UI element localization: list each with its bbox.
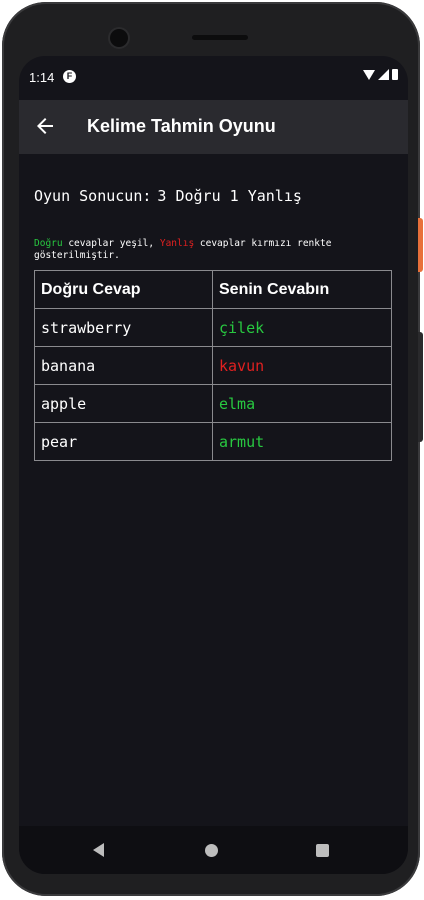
front-camera: [110, 29, 128, 47]
phone-frame: 1:14 F Kelime Tahmin Oyunu Oyun Sonucun:…: [2, 2, 420, 896]
navigation-bar: [19, 826, 408, 874]
legend-wrong-word: Yanlış: [159, 238, 195, 249]
app-bar: Kelime Tahmin Oyunu: [19, 100, 408, 154]
arrow-left-icon[interactable]: [33, 114, 57, 138]
table-header-row: Doğru Cevap Senin Cevabın: [34, 270, 392, 309]
app-bar-title: Kelime Tahmin Oyunu: [87, 116, 276, 136]
correct-answer-cell: pear: [34, 422, 213, 461]
legend-text-1: cevaplar yeşil,: [62, 238, 160, 249]
volume-button: [418, 332, 423, 442]
user-answer-cell: elma: [212, 384, 392, 423]
nav-home-icon[interactable]: [205, 844, 218, 857]
table-row: banana kavun: [34, 346, 392, 385]
status-time: 1:14: [29, 70, 55, 85]
correct-answer-cell: banana: [34, 346, 213, 385]
results-table: Doğru Cevap Senin Cevabın strawberry çil…: [34, 270, 392, 461]
header-correct-answer: Doğru Cevap: [34, 270, 213, 309]
screen: 1:14 F Kelime Tahmin Oyunu Oyun Sonucun:…: [19, 56, 408, 874]
status-icons: [363, 69, 398, 80]
correct-answer-cell: apple: [34, 384, 213, 423]
result-label: Oyun Sonucun:: [34, 187, 152, 205]
header-your-answer: Senin Cevabın: [212, 270, 392, 309]
user-answer-cell: kavun: [212, 346, 392, 385]
notification-app-icon: F: [63, 70, 76, 83]
game-result: Oyun Sonucun: 3 Doğru 1 Yanlış: [34, 187, 302, 205]
legend-correct-word: Doğru: [34, 238, 63, 249]
signal-icon: [378, 69, 389, 80]
table-row: apple elma: [34, 384, 392, 423]
table-row: pear armut: [34, 422, 392, 461]
earpiece-speaker: [192, 35, 248, 40]
user-answer-cell: armut: [212, 422, 392, 461]
status-bar: 1:14 F: [19, 56, 408, 100]
correct-answer-cell: strawberry: [34, 308, 213, 347]
wifi-icon: [363, 69, 375, 80]
nav-back-icon[interactable]: [93, 843, 104, 857]
color-legend: Doğru cevaplar yeşil, Yanlış cevaplar kı…: [34, 238, 394, 262]
user-answer-cell: çilek: [212, 308, 392, 347]
power-button: [418, 218, 423, 272]
nav-recents-icon[interactable]: [316, 844, 329, 857]
result-value: 3 Doğru 1 Yanlış: [157, 187, 302, 205]
table-row: strawberry çilek: [34, 308, 392, 347]
battery-icon: [392, 69, 398, 80]
